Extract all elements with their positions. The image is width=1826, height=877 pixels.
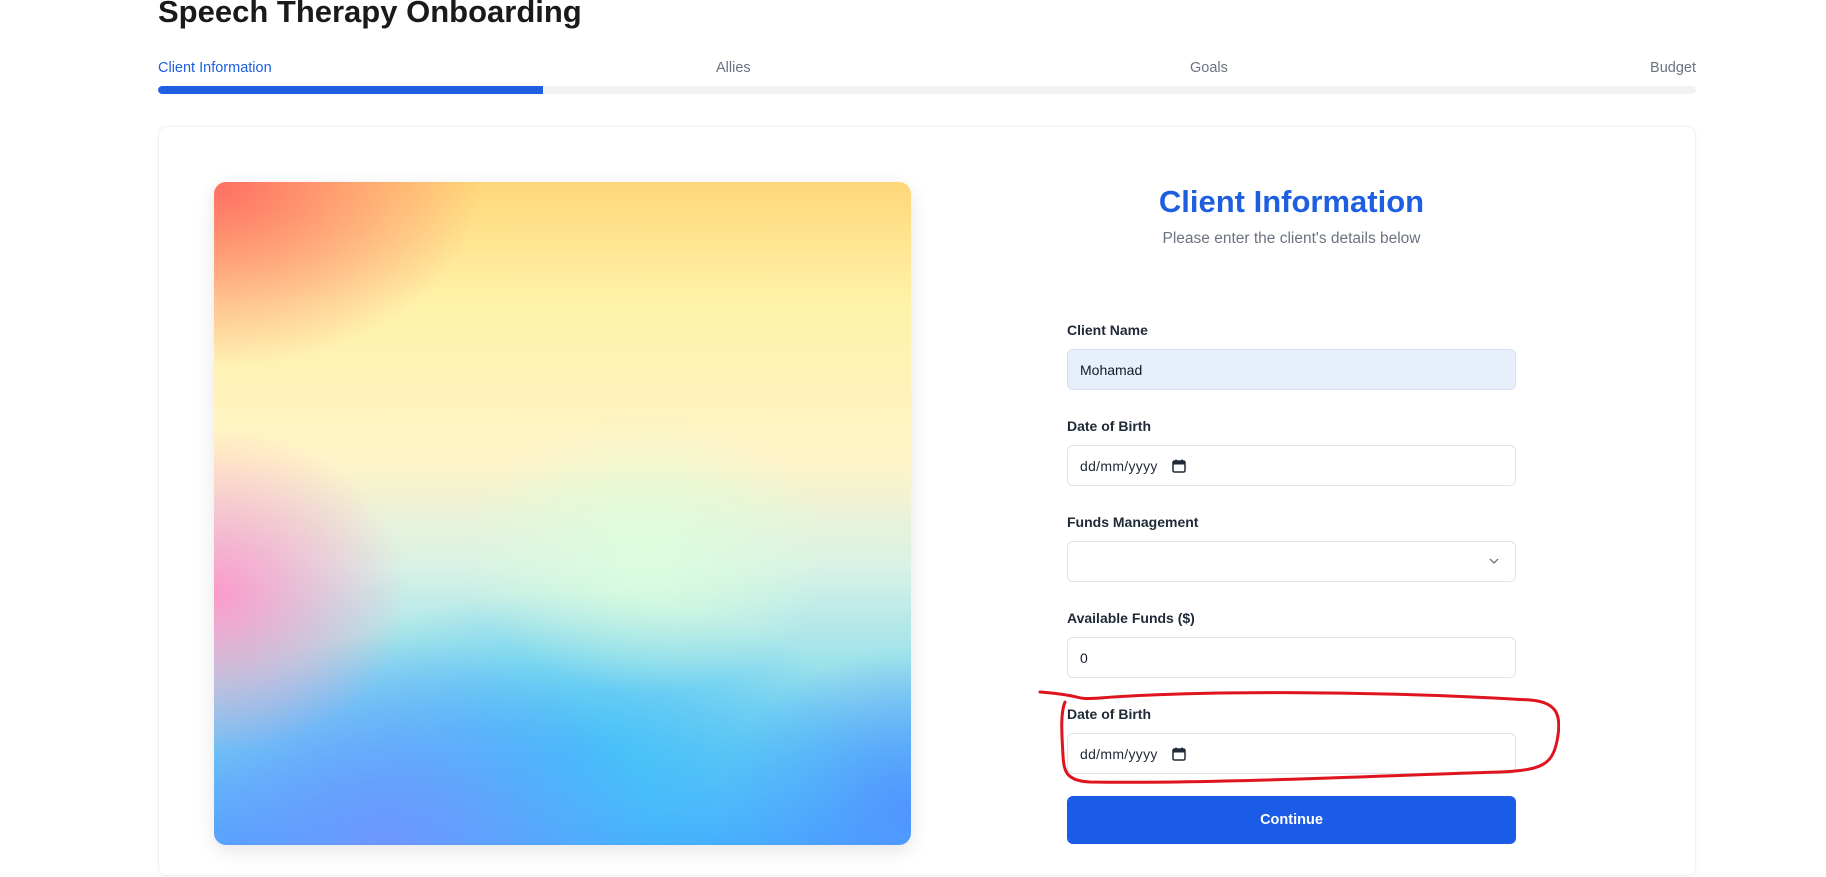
calendar-icon[interactable] — [1171, 459, 1186, 473]
step-goals[interactable]: Goals — [1190, 60, 1228, 76]
date-of-birth-input-2[interactable]: dd/mm/yyyy — [1067, 733, 1516, 774]
progress-fill — [158, 86, 543, 94]
form-subtitle: Please enter the client's details below — [1162, 230, 1421, 247]
funds-management-label: Funds Management — [1067, 514, 1199, 530]
client-name-input[interactable]: Mohamad — [1067, 349, 1516, 390]
funds-management-select[interactable] — [1067, 541, 1516, 582]
onboarding-page: Speech Therapy Onboarding Client Informa… — [0, 0, 1826, 877]
available-funds-value: 0 — [1080, 649, 1088, 666]
page-title: Speech Therapy Onboarding — [158, 0, 582, 29]
date-of-birth-placeholder-2: dd/mm/yyyy — [1080, 745, 1158, 762]
date-of-birth-label: Date of Birth — [1067, 418, 1151, 434]
step-allies[interactable]: Allies — [716, 60, 751, 76]
available-funds-input[interactable]: 0 — [1067, 637, 1516, 678]
available-funds-label: Available Funds ($) — [1067, 610, 1195, 626]
step-client-information[interactable]: Client Information — [158, 60, 272, 76]
date-of-birth-placeholder: dd/mm/yyyy — [1080, 457, 1158, 474]
client-name-label: Client Name — [1067, 322, 1148, 338]
continue-button[interactable]: Continue — [1067, 796, 1516, 844]
calendar-icon[interactable] — [1171, 747, 1186, 761]
step-budget[interactable]: Budget — [1650, 60, 1696, 76]
date-of-birth-label-2: Date of Birth — [1067, 706, 1151, 722]
gradient-illustration — [214, 182, 911, 845]
form-title: Client Information — [1158, 184, 1425, 219]
client-name-value: Mohamad — [1080, 361, 1143, 378]
chevron-down-icon — [1487, 554, 1501, 568]
progress-track — [158, 86, 1696, 94]
progress-stepper: Client Information Allies Goals Budget — [158, 58, 1696, 98]
date-of-birth-input[interactable]: dd/mm/yyyy — [1067, 445, 1516, 486]
